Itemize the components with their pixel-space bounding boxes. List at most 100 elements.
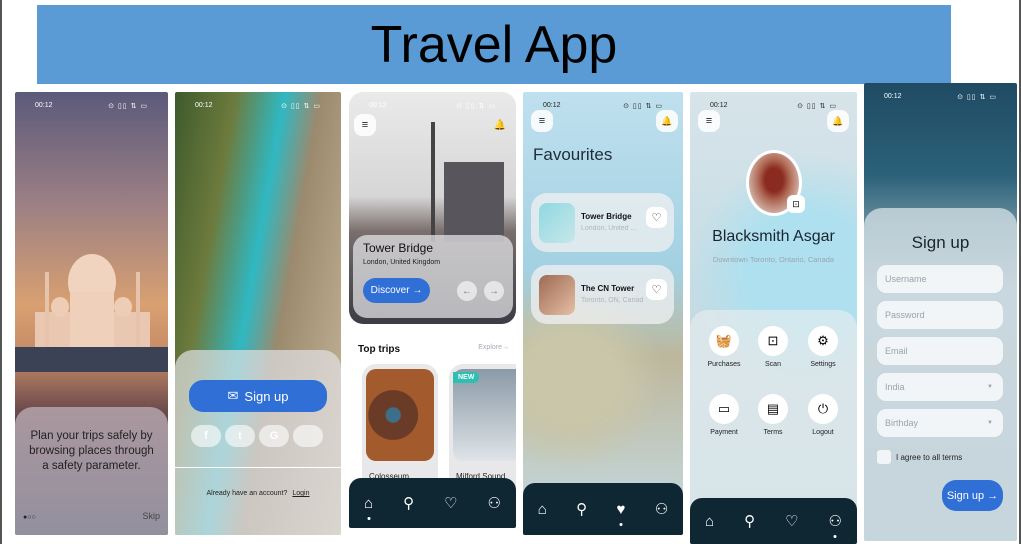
terms-checkbox[interactable] bbox=[877, 450, 891, 464]
profile-icon[interactable]: ⚇ bbox=[655, 500, 668, 518]
bell-icon[interactable]: 🔔 bbox=[827, 110, 849, 132]
favourite-item[interactable]: The CN Tower Toronto, ON, Canada ♡ bbox=[531, 265, 674, 324]
featured-location: London, United Kingdom bbox=[363, 259, 441, 266]
status-icons: ⊙ ▯▯ ⇅ ▭ bbox=[623, 103, 663, 110]
favourite-location: Toronto, ON, Canada bbox=[581, 297, 643, 304]
favourite-item[interactable]: Tower Bridge London, United ... ♡ bbox=[531, 193, 674, 252]
camera-icon[interactable]: ⊡ bbox=[787, 195, 805, 213]
placeholder: Username bbox=[885, 274, 927, 284]
heart-icon[interactable]: ♡ bbox=[785, 512, 798, 530]
status-icons: ⊙ ▯▯ ⇅ ▭ bbox=[456, 103, 496, 110]
top-trips-heading: Top trips bbox=[358, 344, 401, 355]
profile-icon[interactable]: ⚇ bbox=[829, 512, 842, 538]
trip-card-milford[interactable]: NEW Milford Sound bbox=[449, 364, 516, 489]
welcome-screen: 00:12 ⊙ ▯▯ ⇅ ▭ ✉ Sign up f t G Already h… bbox=[175, 92, 341, 535]
favourite-name: The CN Tower bbox=[581, 284, 635, 293]
payment-item[interactable]: ▭ Payment bbox=[702, 394, 746, 436]
status-icons: ⊙ ▯▯ ⇅ ▭ bbox=[281, 103, 321, 110]
chevron-down-icon: ▼ bbox=[987, 384, 993, 390]
status-time: 00:12 bbox=[35, 102, 53, 109]
logout-item[interactable]: ⏻ Logout bbox=[801, 394, 845, 436]
home-icon[interactable]: ⌂ bbox=[705, 513, 714, 530]
home-icon[interactable]: ⌂ bbox=[538, 501, 547, 518]
email-field[interactable]: Email bbox=[877, 337, 1003, 365]
status-time: 00:12 bbox=[884, 93, 902, 100]
menu-icon[interactable]: ≡ bbox=[531, 110, 553, 132]
discover-button[interactable]: Discover → bbox=[363, 278, 430, 303]
cn-tower-shape bbox=[431, 122, 435, 242]
search-icon[interactable]: ⚲ bbox=[576, 500, 587, 518]
username-field[interactable]: Username bbox=[877, 265, 1003, 293]
menu-label: Settings bbox=[810, 361, 836, 368]
settings-item[interactable]: ⚙ Settings bbox=[801, 326, 845, 368]
google-icon[interactable]: G bbox=[259, 425, 289, 447]
page-dots: ●○○ bbox=[23, 514, 36, 521]
password-field[interactable]: Password bbox=[877, 301, 1003, 329]
country-select[interactable]: India ▼ bbox=[877, 373, 1003, 401]
heart-icon[interactable]: ♡ bbox=[646, 279, 667, 300]
login-row: Already have an account? Login bbox=[175, 490, 341, 497]
scan-item[interactable]: ⊡ Scan bbox=[751, 326, 795, 368]
favourite-location: London, United ... bbox=[581, 225, 637, 232]
welcome-card: ✉ Sign up f t G Already have an account?… bbox=[175, 350, 341, 535]
bell-icon[interactable]: 🔔 bbox=[494, 120, 506, 131]
placeholder: Password bbox=[885, 310, 925, 320]
featured-card: Tower Bridge London, United Kingdom Disc… bbox=[353, 235, 513, 318]
skyline-shape bbox=[444, 162, 504, 242]
heart-icon[interactable]: ♡ bbox=[646, 207, 667, 228]
twitter-icon[interactable]: t bbox=[225, 425, 255, 447]
document-icon: ▤ bbox=[758, 394, 788, 424]
signup-label: Sign up bbox=[244, 388, 289, 404]
scan-icon: ⊡ bbox=[758, 326, 788, 356]
menu-icon[interactable]: ≡ bbox=[698, 110, 720, 132]
status-icons: ⊙ ▯▯ ⇅ ▭ bbox=[957, 94, 997, 101]
trip-card-colosseum[interactable]: Colosseum bbox=[362, 364, 438, 489]
status-bar: 00:12 ⊙ ▯▯ ⇅ ▭ bbox=[349, 102, 516, 112]
facebook-icon[interactable]: f bbox=[191, 425, 221, 447]
new-badge: NEW bbox=[453, 372, 480, 383]
status-bar: 00:12 ⊙ ▯▯ ⇅ ▭ bbox=[175, 102, 341, 112]
profile-screen: 00:12 ⊙ ▯▯ ⇅ ▭ ≡ 🔔 ⊡ Blacksmith Asgar Do… bbox=[690, 92, 857, 544]
signup-button[interactable]: ✉ Sign up bbox=[189, 380, 327, 412]
onboarding-card: Plan your trips safely by browsing place… bbox=[15, 407, 168, 535]
search-icon[interactable]: ⚲ bbox=[403, 494, 414, 512]
explore-link[interactable]: Explore→ bbox=[478, 344, 509, 351]
account-question: Already have an account? bbox=[206, 490, 288, 497]
heart-icon[interactable]: ♡ bbox=[444, 494, 457, 512]
chevron-down-icon: ▼ bbox=[987, 420, 993, 426]
birthday-select[interactable]: Birthday ▼ bbox=[877, 409, 1003, 437]
favourites-title: Favourites bbox=[533, 145, 613, 164]
title-banner: Travel App bbox=[37, 5, 951, 84]
menu-icon[interactable]: ≡ bbox=[354, 114, 376, 136]
divider bbox=[175, 467, 341, 468]
signup-title: Sign up bbox=[911, 233, 970, 252]
power-icon: ⏻ bbox=[808, 394, 838, 424]
favourite-name: Tower Bridge bbox=[581, 212, 632, 221]
signup-submit-button[interactable]: Sign up → bbox=[942, 480, 1003, 511]
login-link[interactable]: Login bbox=[292, 490, 309, 497]
basket-icon: 🧺 bbox=[709, 326, 739, 356]
status-bar: 00:12 ⊙ ▯▯ ⇅ ▭ bbox=[15, 102, 168, 112]
wallet-icon: ▭ bbox=[709, 394, 739, 424]
purchases-item[interactable]: 🧺 Purchases bbox=[702, 326, 746, 368]
home-icon[interactable]: ⌂ bbox=[364, 495, 373, 520]
prev-arrow-icon[interactable]: ← bbox=[457, 281, 477, 301]
placeholder: Email bbox=[885, 346, 908, 356]
next-arrow-icon[interactable]: → bbox=[484, 281, 504, 301]
select-value: India bbox=[885, 382, 905, 392]
bell-icon[interactable]: 🔔 bbox=[656, 110, 678, 132]
mail-icon: ✉ bbox=[227, 388, 239, 403]
onboarding-screen: 00:12 ⊙ ▯▯ ⇅ ▭ Plan your trips safely by… bbox=[15, 92, 168, 535]
terms-item[interactable]: ▤ Terms bbox=[751, 394, 795, 436]
search-icon[interactable]: ⚲ bbox=[744, 512, 755, 530]
taj-mahal-image bbox=[15, 254, 168, 372]
heart-icon[interactable]: ♥ bbox=[617, 501, 625, 526]
profile-icon[interactable]: ⚇ bbox=[488, 494, 501, 512]
favourites-screen: 00:12 ⊙ ▯▯ ⇅ ▭ ≡ 🔔 Favourites Tower Brid… bbox=[523, 92, 683, 535]
trip-image bbox=[366, 369, 434, 461]
signup-card: Sign up Username Password Email India ▼ B… bbox=[864, 208, 1017, 541]
status-time: 00:12 bbox=[369, 102, 387, 109]
skip-link[interactable]: Skip bbox=[142, 511, 160, 521]
apple-icon[interactable] bbox=[293, 425, 323, 447]
status-bar: 00:12 ⊙ ▯▯ ⇅ ▭ bbox=[864, 93, 1017, 103]
